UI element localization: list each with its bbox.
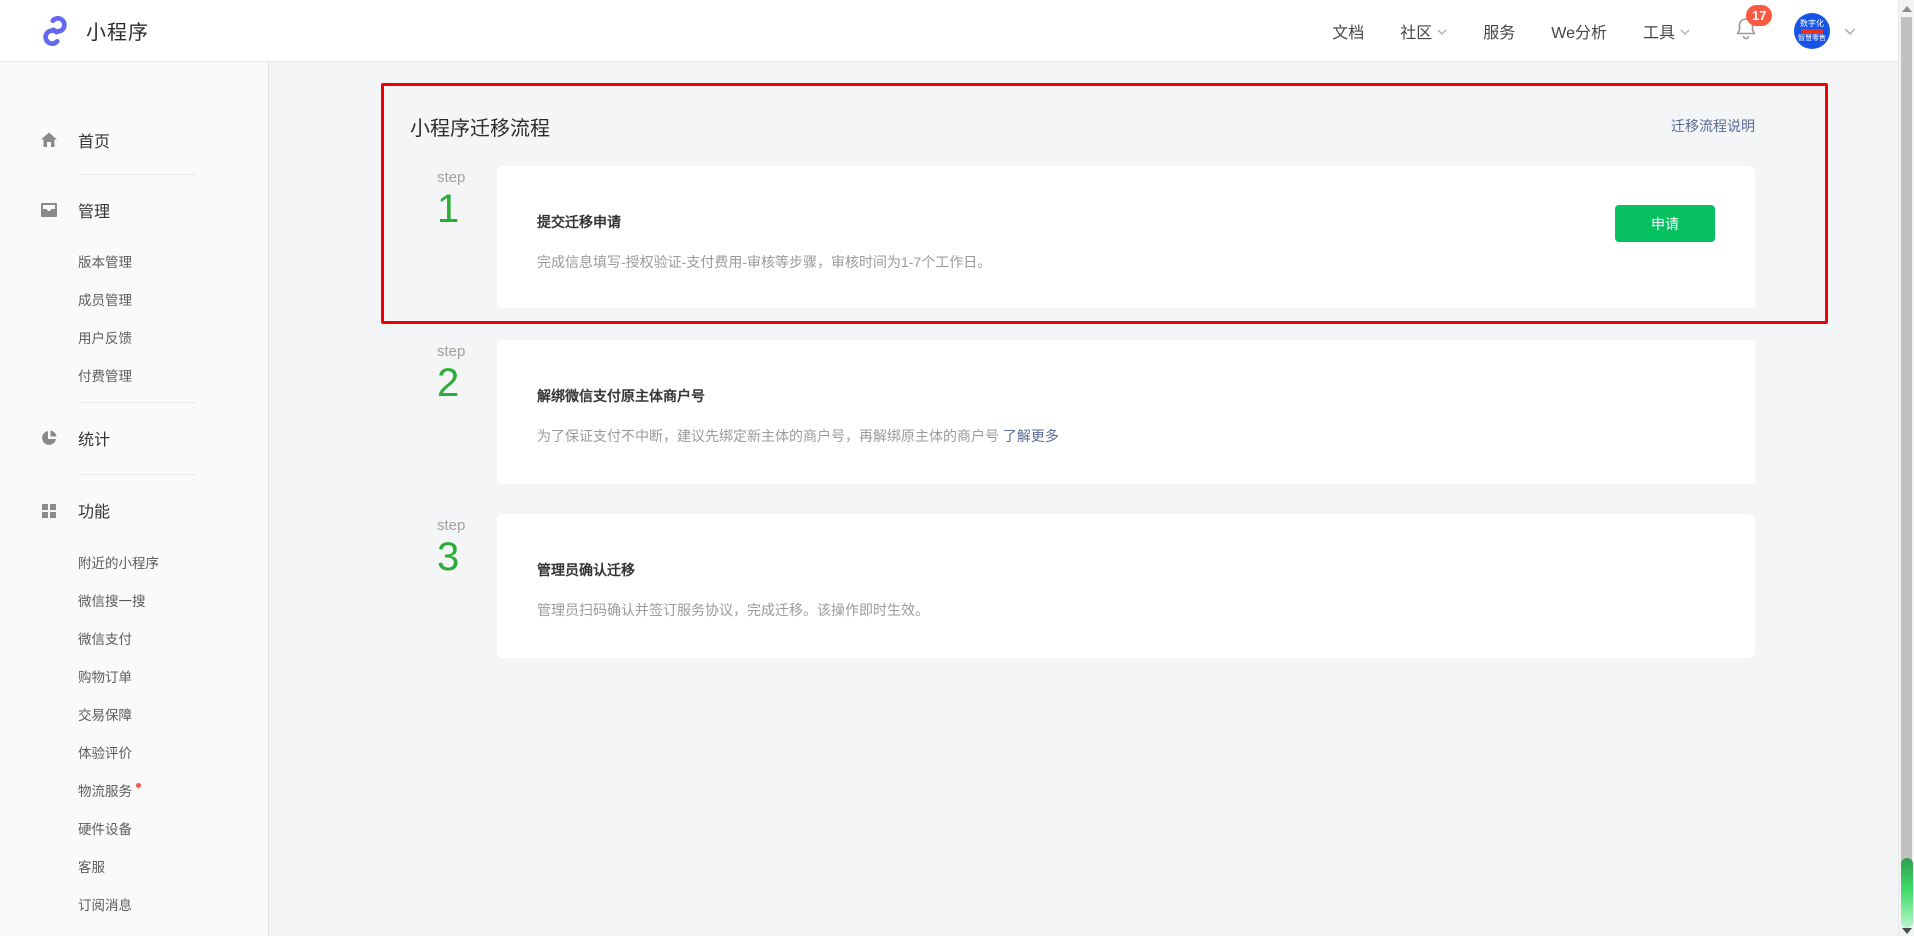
step-2-label: step 2 [437, 344, 497, 405]
account-menu[interactable]: 数字化 智慧零售 [1794, 13, 1856, 49]
pie-chart-icon [40, 429, 58, 447]
sidebar-item-manage[interactable]: 管理 [0, 194, 268, 226]
nav-docs[interactable]: 文档 [1332, 19, 1364, 43]
avatar: 数字化 智慧零售 [1794, 13, 1830, 49]
sidebar-item-pay-manage[interactable]: 付费管理 [0, 360, 268, 390]
step-3-title: 管理员确认迁移 [537, 560, 1715, 580]
logo-text: 小程序 [86, 16, 149, 45]
sidebar-item-subscribe-message[interactable]: 订阅消息 [0, 889, 268, 919]
sidebar-item-user-feedback[interactable]: 用户反馈 [0, 322, 268, 352]
step-3-label: step 3 [437, 518, 497, 579]
logo[interactable]: 小程序 [40, 16, 149, 46]
sidebar-item-stats[interactable]: 统计 [0, 422, 268, 454]
step-2-card: 解绑微信支付原主体商户号 为了保证支付不中断，建议先绑定新主体的商户号，再解绑原… [497, 340, 1755, 484]
scroll-up-arrow-icon[interactable] [1902, 6, 1912, 12]
learn-more-link[interactable]: 了解更多 [1003, 428, 1059, 444]
nav-tools[interactable]: 工具 [1643, 19, 1690, 43]
sidebar-item-live[interactable]: 直播 [0, 927, 268, 936]
divider [78, 474, 195, 475]
sidebar-item-hardware-device[interactable]: 硬件设备 [0, 813, 268, 843]
sidebar-item-customer-service[interactable]: 客服 [0, 851, 268, 881]
nav-service[interactable]: 服务 [1483, 19, 1515, 43]
step-1-label: step 1 [437, 170, 497, 231]
new-badge-dot [136, 783, 141, 788]
sidebar-item-features[interactable]: 功能 [0, 494, 268, 526]
sidebar: 首页 管理 版本管理 成员管理 用户反馈 付费管理 [0, 62, 269, 936]
chevron-down-icon [1437, 29, 1447, 35]
step-1-card: 提交迁移申请 完成信息填写-授权验证-支付费用-审核等步骤，审核时间为1-7个工… [497, 166, 1755, 308]
manage-subitems: 版本管理 成员管理 用户反馈 付费管理 [0, 246, 268, 390]
title-row: 小程序迁移流程 迁移流程说明 [410, 110, 1755, 142]
header-nav: 文档 社区 服务 We分析 工具 [1332, 13, 1856, 49]
home-icon [40, 131, 58, 149]
scroll-progress-green-pill [1901, 858, 1913, 928]
nav-weanalyse[interactable]: We分析 [1551, 19, 1607, 43]
step-2-description: 为了保证支付不中断，建议先绑定新主体的商户号，再解绑原主体的商户号 了解更多 [537, 426, 1715, 446]
sidebar-item-member-manage[interactable]: 成员管理 [0, 284, 268, 314]
sidebar-item-shopping-orders[interactable]: 购物订单 [0, 661, 268, 691]
scroll-down-arrow-icon[interactable] [1902, 928, 1912, 934]
divider [78, 174, 195, 175]
vertical-scrollbar[interactable] [1898, 0, 1914, 936]
chevron-down-icon [1844, 28, 1856, 35]
step-1-description: 完成信息填写-授权验证-支付费用-审核等步骤，审核时间为1-7个工作日。 [537, 252, 1715, 272]
notification-bell[interactable]: 17 [1734, 15, 1758, 46]
step-3-card: 管理员确认迁移 管理员扫码确认并签订服务协议，完成迁移。该操作即时生效。 [497, 514, 1755, 658]
step-3-description: 管理员扫码确认并签订服务协议，完成迁移。该操作即时生效。 [537, 600, 1715, 620]
page: 小程序 文档 社区 服务 We分析 工具 [0, 0, 1914, 936]
miniprogram-logo-icon [40, 16, 70, 46]
feature-subitems: 附近的小程序 微信搜一搜 微信支付 购物订单 交易保障 体验评价 物流服务 硬件… [0, 547, 268, 936]
sidebar-item-nearby-miniprogram[interactable]: 附近的小程序 [0, 547, 268, 577]
step-2-title: 解绑微信支付原主体商户号 [537, 386, 1715, 406]
nav-community[interactable]: 社区 [1400, 19, 1447, 43]
grid-icon [40, 501, 58, 519]
divider [78, 402, 195, 403]
sidebar-item-version-manage[interactable]: 版本管理 [0, 246, 268, 276]
sidebar-item-experience-rating[interactable]: 体验评价 [0, 737, 268, 767]
sidebar-item-wechat-pay[interactable]: 微信支付 [0, 623, 268, 653]
sidebar-item-logistics-service[interactable]: 物流服务 [0, 775, 268, 805]
apply-button[interactable]: 申请 [1615, 205, 1715, 242]
sidebar-item-wechat-search[interactable]: 微信搜一搜 [0, 585, 268, 615]
top-header: 小程序 文档 社区 服务 We分析 工具 [0, 0, 1914, 62]
notification-badge: 17 [1746, 5, 1772, 26]
sidebar-item-trade-guarantee[interactable]: 交易保障 [0, 699, 268, 729]
page-title: 小程序迁移流程 [410, 112, 550, 141]
step-1-title: 提交迁移申请 [537, 212, 1715, 232]
migration-help-link[interactable]: 迁移流程说明 [1671, 116, 1755, 136]
chevron-down-icon [1680, 29, 1690, 35]
avatar-red-band [1801, 29, 1823, 34]
scrollbar-thumb[interactable] [1901, 17, 1912, 868]
inbox-icon [40, 201, 58, 219]
sidebar-item-home[interactable]: 首页 [0, 124, 268, 156]
